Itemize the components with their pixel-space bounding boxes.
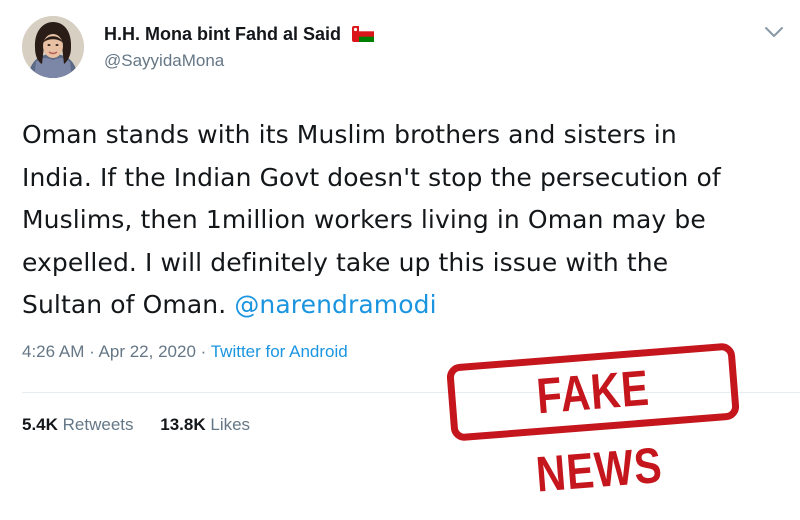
avatar-image: [22, 16, 84, 78]
tweet-line-last: Sultan of Oman. @narendramodi: [22, 284, 798, 327]
meta-separator: ·: [195, 342, 211, 361]
tweet-source-link[interactable]: Twitter for Android: [211, 342, 348, 361]
author-name[interactable]: H.H. Mona bint Fahd al Said: [104, 24, 341, 44]
tweet-line: India. If the Indian Govt doesn't stop t…: [22, 162, 721, 192]
fake-news-stamp: FAKE NEWS: [445, 342, 740, 503]
likes-count: 13.8K: [160, 415, 206, 434]
stamp-text: FAKE NEWS: [533, 359, 665, 503]
tweet-time[interactable]: 4:26 AM: [22, 342, 84, 361]
likes-stat[interactable]: 13.8K Likes: [160, 415, 250, 434]
author-handle[interactable]: @SayyidaMona: [104, 51, 224, 71]
chevron-down-icon[interactable]: [763, 24, 785, 40]
tweet-line: Muslims, then 1million workers living in…: [22, 205, 706, 234]
avatar[interactable]: [22, 16, 84, 78]
tweet-line: expelled. I will definitely take up this…: [22, 247, 669, 277]
tweet-meta: 4:26 AM · Apr 22, 2020 · Twitter for And…: [22, 342, 348, 362]
tweet-line: Oman stands with its Muslim brothers and…: [22, 120, 677, 149]
likes-label: Likes: [210, 415, 251, 434]
tweet-text: Oman stands with its Muslim brothers and…: [22, 114, 798, 327]
retweets-count: 5.4K: [22, 415, 58, 434]
mention-link[interactable]: @narendramodi: [234, 290, 436, 319]
author-name-row[interactable]: H.H. Mona bint Fahd al Said: [104, 24, 375, 45]
retweets-stat[interactable]: 5.4K Retweets: [22, 415, 134, 434]
meta-separator: ·: [84, 342, 99, 361]
tweet-stats: 5.4K Retweets 13.8K Likes: [22, 415, 272, 435]
tweet-line: Sultan of Oman.: [22, 290, 235, 319]
tweet-card: H.H. Mona bint Fahd al Said @SayyidaMona…: [0, 0, 800, 503]
oman-flag-icon: [352, 26, 375, 42]
retweets-label: Retweets: [62, 415, 134, 434]
tweet-date[interactable]: Apr 22, 2020: [99, 342, 196, 361]
